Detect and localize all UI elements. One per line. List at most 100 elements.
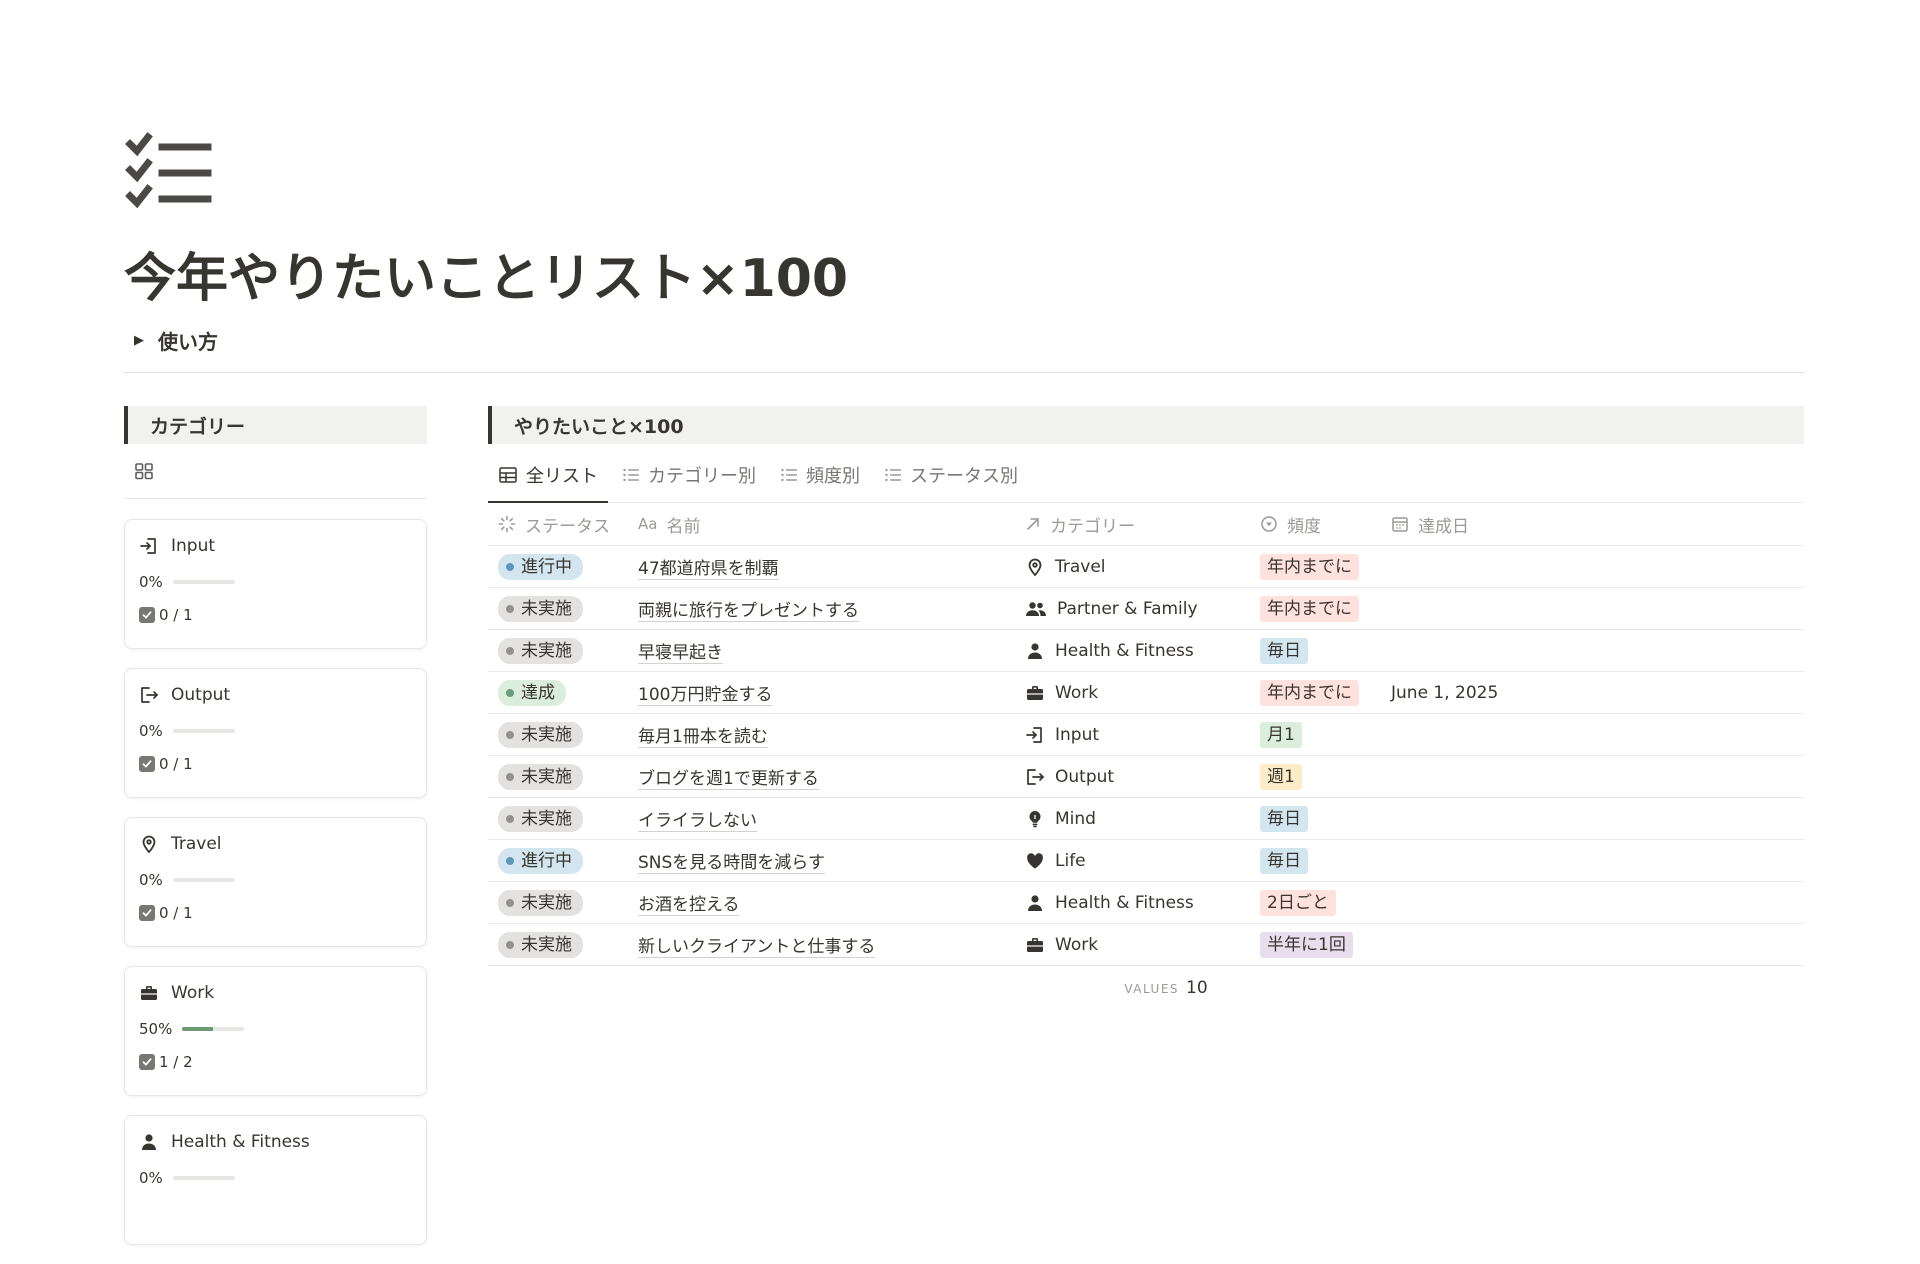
table-row[interactable]: 達成 100万円貯金する Work 年内までに June 1, 2025 (488, 671, 1804, 714)
column-header[interactable]: カテゴリー (1015, 503, 1250, 546)
category-relation[interactable]: Travel (1025, 557, 1240, 577)
category-relation[interactable]: Output (1025, 767, 1240, 787)
frequency-cell[interactable]: 毎日 (1250, 797, 1381, 840)
category-card[interactable]: Input 0% 0 / 1 (124, 519, 427, 649)
category-cell[interactable]: Life (1015, 839, 1250, 882)
name-cell[interactable]: 毎月1冊本を読む (628, 713, 1015, 756)
category-relation[interactable]: Work (1025, 935, 1240, 955)
status-cell[interactable]: 未実施 (488, 923, 628, 966)
category-cell[interactable]: Work (1015, 923, 1250, 966)
category-cell[interactable]: Work (1015, 671, 1250, 714)
table-row[interactable]: 未実施 早寝早起き Health & Fitness 毎日 (488, 629, 1804, 672)
name-cell[interactable]: ブログを週1で更新する (628, 755, 1015, 798)
category-relation[interactable]: Mind (1025, 809, 1240, 829)
gallery-icon[interactable] (134, 461, 154, 481)
date-cell[interactable] (1381, 587, 1804, 630)
name-cell[interactable]: イライラしない (628, 797, 1015, 840)
frequency-cell[interactable]: 年内までに (1250, 587, 1381, 630)
frequency-cell[interactable]: 月1 (1250, 713, 1381, 756)
category-relation[interactable]: Life (1025, 851, 1240, 871)
category-relation[interactable]: Work (1025, 683, 1240, 703)
status-cell[interactable]: 未実施 (488, 797, 628, 840)
table-row[interactable]: 未実施 両親に旅行をプレゼントする Partner & Family 年内までに (488, 587, 1804, 630)
checklist-icon[interactable] (124, 132, 212, 212)
date-cell[interactable] (1381, 923, 1804, 966)
category-cell[interactable]: Input (1015, 713, 1250, 756)
frequency-cell[interactable]: 2日ごと (1250, 881, 1381, 924)
frequency-cell[interactable]: 年内までに (1250, 545, 1381, 588)
status-cell[interactable]: 未実施 (488, 629, 628, 672)
name-cell[interactable]: 早寝早起き (628, 629, 1015, 672)
table-row[interactable]: 未実施 毎月1冊本を読む Input 月1 (488, 713, 1804, 756)
category-card[interactable]: Travel 0% 0 / 1 (124, 817, 427, 947)
category-card[interactable]: Health & Fitness 0% (124, 1115, 427, 1245)
frequency-cell[interactable]: 週1 (1250, 755, 1381, 798)
date-cell[interactable] (1381, 881, 1804, 924)
table-row[interactable]: 未実施 新しいクライアントと仕事する Work 半年に1回 (488, 923, 1804, 966)
frequency-cell[interactable]: 毎日 (1250, 629, 1381, 672)
status-cell[interactable]: 未実施 (488, 881, 628, 924)
category-cell[interactable]: Travel (1015, 545, 1250, 588)
status-badge: 未実施 (498, 721, 583, 748)
name-cell[interactable]: SNSを見る時間を減らす (628, 839, 1015, 882)
date-cell[interactable] (1381, 755, 1804, 798)
status-cell[interactable]: 未実施 (488, 755, 628, 798)
category-relation[interactable]: Health & Fitness (1025, 893, 1240, 913)
item-name[interactable]: お酒を控える (638, 895, 740, 915)
tab-view[interactable]: カテゴリー別 (612, 462, 766, 502)
table-row[interactable]: 進行中 47都道府県を制覇 Travel 年内までに (488, 545, 1804, 588)
item-name[interactable]: SNSを見る時間を減らす (638, 853, 825, 873)
item-name[interactable]: 毎月1冊本を読む (638, 727, 768, 747)
status-cell[interactable]: 未実施 (488, 587, 628, 630)
date-cell[interactable]: June 1, 2025 (1381, 671, 1804, 714)
name-cell[interactable]: 100万円貯金する (628, 671, 1015, 714)
tab-view[interactable]: 頻度別 (770, 462, 870, 502)
tab-view[interactable]: 全リスト (488, 462, 608, 503)
tab-view[interactable]: ステータス別 (874, 462, 1028, 502)
category-cell[interactable]: Output (1015, 755, 1250, 798)
status-cell[interactable]: 未実施 (488, 713, 628, 756)
item-name[interactable]: 両親に旅行をプレゼントする (638, 601, 859, 621)
category-relation[interactable]: Health & Fitness (1025, 641, 1240, 661)
name-cell[interactable]: お酒を控える (628, 881, 1015, 924)
date-cell[interactable] (1381, 797, 1804, 840)
table-row[interactable]: 未実施 ブログを週1で更新する Output 週1 (488, 755, 1804, 798)
usage-toggle[interactable]: ▶ 使い方 (134, 326, 218, 355)
category-relation[interactable]: Partner & Family (1025, 599, 1240, 619)
item-name[interactable]: 早寝早起き (638, 643, 723, 663)
table-row[interactable]: 未実施 イライラしない Mind 毎日 (488, 797, 1804, 840)
name-cell[interactable]: 新しいクライアントと仕事する (628, 923, 1015, 966)
date-cell[interactable] (1381, 839, 1804, 882)
status-cell[interactable]: 達成 (488, 671, 628, 714)
name-cell[interactable]: 47都道府県を制覇 (628, 545, 1015, 588)
category-cell[interactable]: Health & Fitness (1015, 881, 1250, 924)
category-name: Travel (1055, 556, 1106, 577)
item-name[interactable]: 100万円貯金する (638, 685, 772, 705)
column-header[interactable]: 頻度 (1250, 503, 1381, 546)
frequency-cell[interactable]: 毎日 (1250, 839, 1381, 882)
category-card[interactable]: Work 50% 1 / 2 (124, 966, 427, 1096)
name-cell[interactable]: 両親に旅行をプレゼントする (628, 587, 1015, 630)
category-card[interactable]: Output 0% 0 / 1 (124, 668, 427, 798)
column-header[interactable]: ステータス (488, 503, 628, 546)
status-cell[interactable]: 進行中 (488, 545, 628, 588)
table-row[interactable]: 未実施 お酒を控える Health & Fitness 2日ごと (488, 881, 1804, 924)
item-name[interactable]: 新しいクライアントと仕事する (638, 937, 875, 957)
item-name[interactable]: 47都道府県を制覇 (638, 559, 779, 579)
item-name[interactable]: イライラしない (638, 811, 757, 831)
category-cell[interactable]: Mind (1015, 797, 1250, 840)
item-name[interactable]: ブログを週1で更新する (638, 769, 819, 789)
date-cell[interactable] (1381, 629, 1804, 672)
category-cell[interactable]: Partner & Family (1015, 587, 1250, 630)
status-cell[interactable]: 進行中 (488, 839, 628, 882)
category-cell[interactable]: Health & Fitness (1015, 629, 1250, 672)
date-cell[interactable] (1381, 545, 1804, 588)
column-header[interactable]: 達成日 (1381, 503, 1804, 546)
category-relation[interactable]: Input (1025, 725, 1240, 745)
status-dot (506, 772, 514, 781)
column-header[interactable]: Aa 名前 (628, 503, 1015, 546)
frequency-cell[interactable]: 半年に1回 (1250, 923, 1381, 966)
frequency-cell[interactable]: 年内までに (1250, 671, 1381, 714)
date-cell[interactable] (1381, 713, 1804, 756)
table-row[interactable]: 進行中 SNSを見る時間を減らす Life 毎日 (488, 839, 1804, 882)
